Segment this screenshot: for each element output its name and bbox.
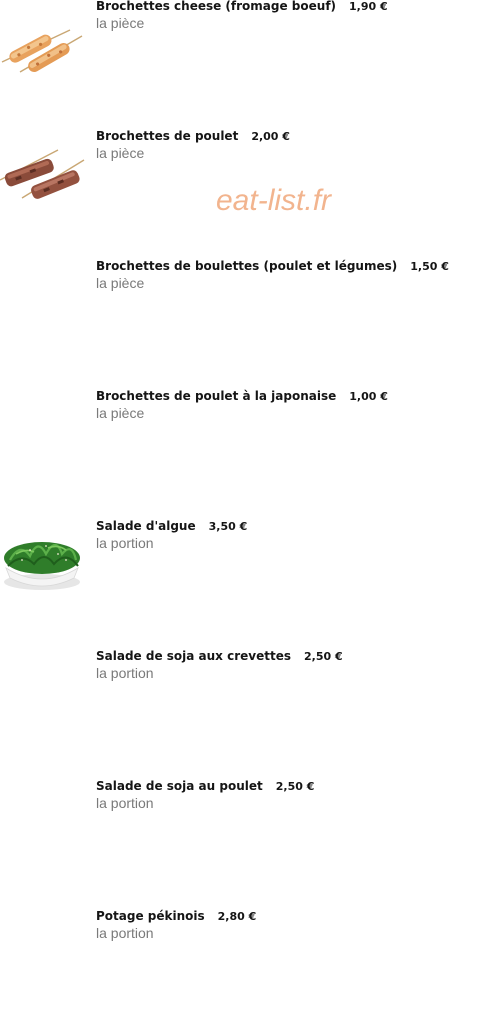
watermark: eat-list.fr — [216, 184, 332, 217]
menu-item-name: Brochettes de poulet à la japonaise — [96, 389, 337, 403]
menu-item-price: 2,50 € — [303, 650, 343, 663]
menu-item-unit: la pièce — [96, 15, 145, 31]
menu-item-name: Potage pékinois — [96, 909, 205, 923]
menu-item-name: Salade d'algue — [96, 519, 196, 533]
menu-item-text: Brochettes de poulet 2,00 € la pièce — [96, 126, 486, 162]
menu-item-title: Brochettes de poulet 2,00 € — [96, 126, 486, 144]
menu-item-title: Salade de soja aux crevettes 2,50 € — [96, 646, 486, 664]
menu-item-unit: la portion — [96, 925, 154, 941]
menu-item-text: Salade de soja au poulet 2,50 € la portio… — [96, 776, 486, 812]
menu-item-text: Salade d'algue 3,50 € la portion — [96, 516, 486, 552]
menu-item: Salade de soja au poulet 2,50 € la portio… — [0, 776, 496, 906]
menu-item: Brochettes de poulet à la japonaise 1,00 … — [0, 386, 496, 516]
menu-list: Brochettes cheese (fromage boeuf) 1,90 € … — [0, 0, 496, 1001]
menu-item-text: Brochettes de boulettes (poulet et légum… — [96, 256, 486, 292]
menu-item: Brochettes cheese (fromage boeuf) 1,90 € … — [0, 0, 496, 126]
menu-item-text: Brochettes cheese (fromage boeuf) 1,90 € … — [96, 0, 486, 32]
menu-item-title: Salade d'algue 3,50 € — [96, 516, 486, 534]
menu-item-title: Salade de soja au poulet 2,50 € — [96, 776, 486, 794]
seaweed-salad-bowl-image — [0, 520, 86, 592]
menu-item-name: Salade de soja au poulet — [96, 779, 263, 793]
menu-item-name: Brochettes de poulet — [96, 129, 239, 143]
menu-item-title: Brochettes de poulet à la japonaise 1,00 … — [96, 386, 486, 404]
menu-item-price: 3,50 € — [208, 520, 248, 533]
menu-item-price: 2,00 € — [251, 130, 290, 143]
menu-item-price: 1,00 € — [349, 390, 388, 403]
menu-item-unit: la portion — [96, 795, 154, 811]
menu-item: Brochettes de boulettes (poulet et légum… — [0, 256, 496, 386]
menu-item-unit: la pièce — [96, 275, 145, 291]
menu-item-name: Brochettes cheese (fromage boeuf) — [96, 0, 337, 13]
menu-item-price: 1,90 € — [349, 0, 388, 13]
cheese-skewers-image — [0, 10, 86, 82]
menu-item-price: 1,50 € — [410, 260, 449, 273]
menu-item-text: Brochettes de poulet à la japonaise 1,00 … — [96, 386, 486, 422]
menu-item-unit: la portion — [96, 535, 154, 551]
menu-item-price: 2,80 € — [217, 910, 257, 923]
menu-item-name: Brochettes de boulettes (poulet et légum… — [96, 259, 398, 273]
menu-item: Salade de soja aux crevettes 2,50 € la po… — [0, 646, 496, 776]
menu-item: Salade d'algue 3,50 € la portion — [0, 516, 496, 646]
menu-item-title: Brochettes cheese (fromage boeuf) 1,90 € — [96, 0, 486, 14]
menu-item-unit: la portion — [96, 665, 154, 681]
menu-item-text: Salade de soja aux crevettes 2,50 € la po… — [96, 646, 486, 682]
menu-item-text: Potage pékinois 2,80 € la portion — [96, 906, 486, 942]
chicken-skewers-image — [0, 140, 86, 212]
menu-item-title: Potage pékinois 2,80 € — [96, 906, 486, 924]
menu-item-title: Brochettes de boulettes (poulet et légum… — [96, 256, 486, 274]
menu-item-name: Salade de soja aux crevettes — [96, 649, 291, 663]
menu-item-unit: la pièce — [96, 145, 145, 161]
menu-item-price: 2,50 € — [275, 780, 315, 793]
menu-item-unit: la pièce — [96, 405, 145, 421]
menu-item: Potage pékinois 2,80 € la portion — [0, 906, 496, 1036]
